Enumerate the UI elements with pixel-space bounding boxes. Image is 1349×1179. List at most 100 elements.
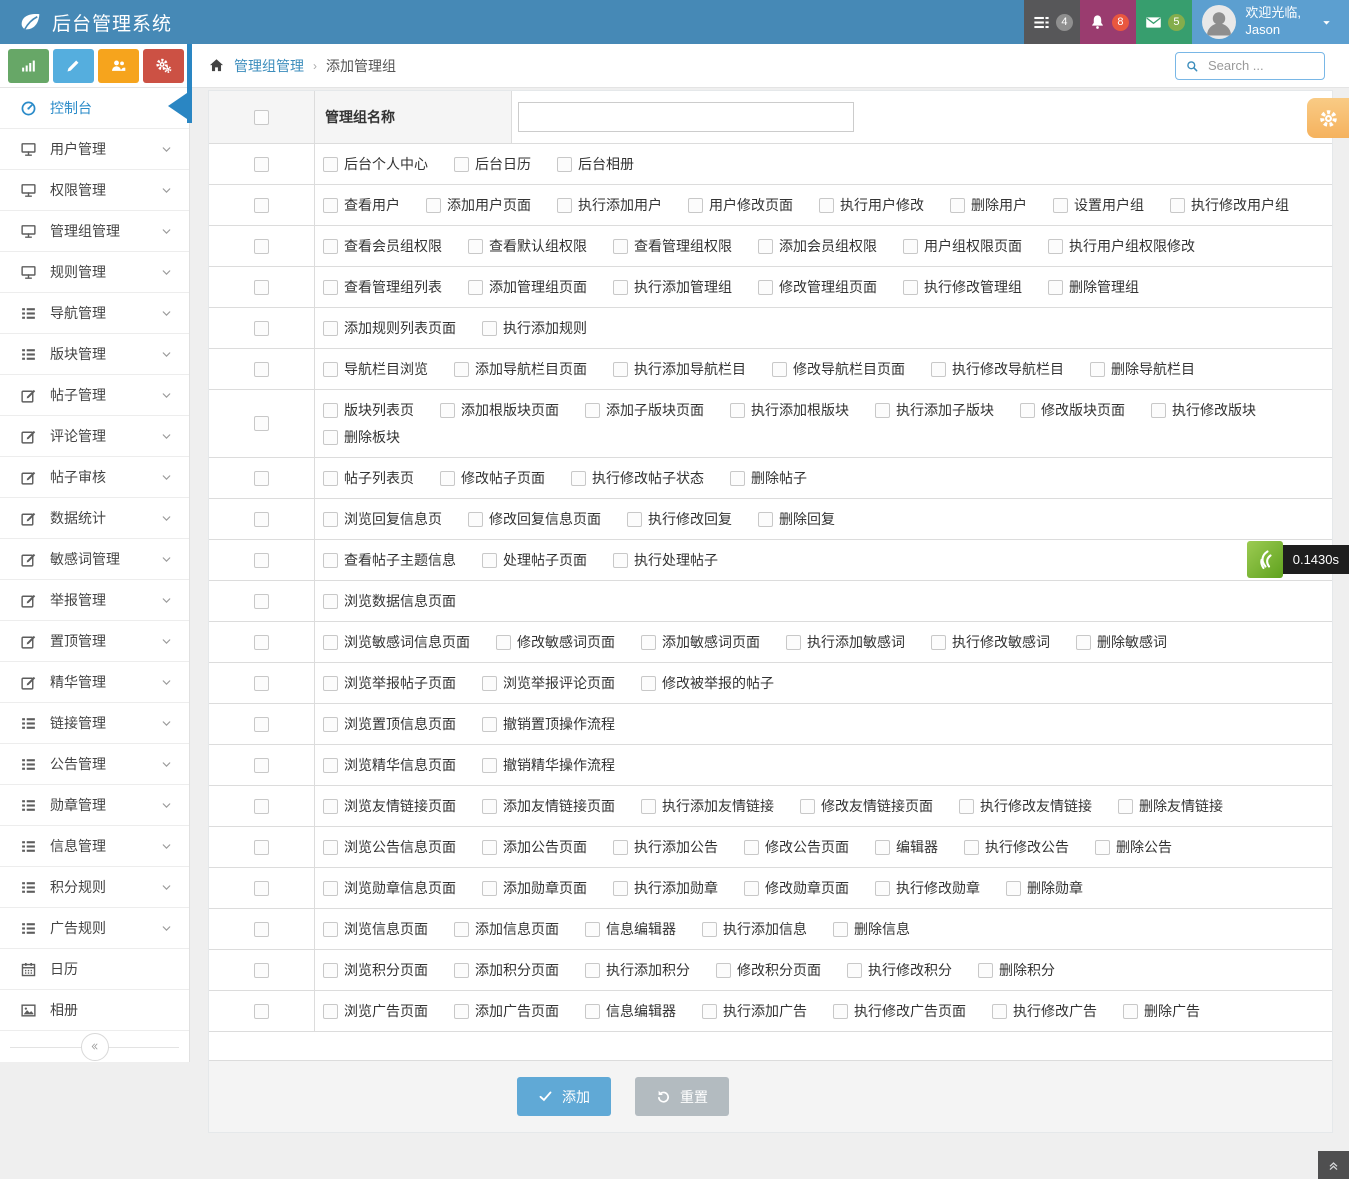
permission-item[interactable]: 后台个人中心	[323, 154, 428, 174]
permission-item[interactable]: 执行处理帖子	[613, 550, 718, 570]
permission-checkbox[interactable]	[454, 1004, 469, 1019]
permission-checkbox[interactable]	[730, 403, 745, 418]
sidebar-item[interactable]: 相册	[0, 990, 189, 1031]
row-select-checkbox[interactable]	[254, 553, 269, 568]
permission-checkbox[interactable]	[323, 512, 338, 527]
row-select-checkbox[interactable]	[254, 512, 269, 527]
permission-checkbox[interactable]	[1053, 198, 1068, 213]
permission-item[interactable]: 修改积分页面	[716, 960, 821, 980]
permission-item[interactable]: 执行修改勋章	[875, 878, 980, 898]
permission-item[interactable]: 执行修改导航栏目	[931, 359, 1064, 379]
permission-checkbox[interactable]	[323, 840, 338, 855]
sidebar-item[interactable]: 权限管理	[0, 170, 189, 211]
permission-item[interactable]: 查看管理组权限	[613, 236, 732, 256]
sidebar-item[interactable]: 公告管理	[0, 744, 189, 785]
permission-item[interactable]: 删除用户	[950, 195, 1027, 215]
permission-item[interactable]: 添加规则列表页面	[323, 318, 456, 338]
sidebar-item[interactable]: 导航管理	[0, 293, 189, 334]
permission-item[interactable]: 执行添加友情链接	[641, 796, 774, 816]
permission-checkbox[interactable]	[758, 280, 773, 295]
permission-item[interactable]: 添加子版块页面	[585, 400, 704, 420]
permission-item[interactable]: 删除板块	[323, 427, 400, 447]
permission-item[interactable]: 添加积分页面	[454, 960, 559, 980]
sidebar-item[interactable]: 链接管理	[0, 703, 189, 744]
permission-item[interactable]: 删除勋章	[1006, 878, 1083, 898]
permission-item[interactable]: 浏览信息页面	[323, 919, 428, 939]
row-select-checkbox[interactable]	[254, 594, 269, 609]
permission-checkbox[interactable]	[833, 922, 848, 937]
sidebar-item[interactable]: 版块管理	[0, 334, 189, 375]
permission-item[interactable]: 浏览数据信息页面	[323, 591, 456, 611]
row-select-checkbox[interactable]	[254, 471, 269, 486]
permission-item[interactable]: 删除公告	[1095, 837, 1172, 857]
permission-item[interactable]: 执行修改积分	[847, 960, 952, 980]
permission-item[interactable]: 修改被举报的帖子	[641, 673, 774, 693]
permission-checkbox[interactable]	[702, 1004, 717, 1019]
row-select-checkbox[interactable]	[254, 198, 269, 213]
permission-item[interactable]: 浏览置顶信息页面	[323, 714, 456, 734]
sidebar-item[interactable]: 举报管理	[0, 580, 189, 621]
sidebar-item[interactable]: 广告规则	[0, 908, 189, 949]
permission-checkbox[interactable]	[323, 362, 338, 377]
permission-checkbox[interactable]	[931, 362, 946, 377]
sidebar-item[interactable]: 勋章管理	[0, 785, 189, 826]
sidebar-item[interactable]: 置顶管理	[0, 621, 189, 662]
permission-item[interactable]: 编辑器	[875, 837, 938, 857]
permission-checkbox[interactable]	[613, 280, 628, 295]
permission-checkbox[interactable]	[641, 799, 656, 814]
sidebar-item[interactable]: 信息管理	[0, 826, 189, 867]
permission-checkbox[interactable]	[323, 635, 338, 650]
permission-item[interactable]: 添加管理组页面	[468, 277, 587, 297]
permission-item[interactable]: 修改公告页面	[744, 837, 849, 857]
permission-checkbox[interactable]	[1006, 881, 1021, 896]
permission-checkbox[interactable]	[468, 280, 483, 295]
permission-checkbox[interactable]	[800, 799, 815, 814]
permission-checkbox[interactable]	[1118, 799, 1133, 814]
permission-checkbox[interactable]	[613, 840, 628, 855]
permission-item[interactable]: 查看管理组列表	[323, 277, 442, 297]
permission-item[interactable]: 浏览精华信息页面	[323, 755, 456, 775]
settings-quick-button[interactable]	[143, 49, 184, 83]
permission-item[interactable]: 添加信息页面	[454, 919, 559, 939]
permission-item[interactable]: 用户组权限页面	[903, 236, 1022, 256]
permission-item[interactable]: 浏览举报评论页面	[482, 673, 615, 693]
scroll-to-top-button[interactable]	[1318, 1151, 1349, 1179]
permission-checkbox[interactable]	[426, 198, 441, 213]
permission-checkbox[interactable]	[440, 471, 455, 486]
row-select-checkbox[interactable]	[254, 840, 269, 855]
permission-checkbox[interactable]	[641, 676, 656, 691]
sidebar-item[interactable]: 管理组管理	[0, 211, 189, 252]
permission-checkbox[interactable]	[323, 922, 338, 937]
permission-checkbox[interactable]	[758, 239, 773, 254]
permission-item[interactable]: 撤销置顶操作流程	[482, 714, 615, 734]
row-select-checkbox[interactable]	[254, 963, 269, 978]
permission-item[interactable]: 查看会员组权限	[323, 236, 442, 256]
permission-item[interactable]: 执行修改公告	[964, 837, 1069, 857]
permission-checkbox[interactable]	[875, 840, 890, 855]
permission-checkbox[interactable]	[613, 881, 628, 896]
permission-checkbox[interactable]	[1048, 239, 1063, 254]
permission-checkbox[interactable]	[585, 1004, 600, 1019]
permission-checkbox[interactable]	[875, 881, 890, 896]
permission-item[interactable]: 删除回复	[758, 509, 835, 529]
permission-checkbox[interactable]	[833, 1004, 848, 1019]
permission-item[interactable]: 添加用户页面	[426, 195, 531, 215]
permission-checkbox[interactable]	[1123, 1004, 1138, 1019]
permission-checkbox[interactable]	[688, 198, 703, 213]
permission-item[interactable]: 添加广告页面	[454, 1001, 559, 1021]
permission-item[interactable]: 删除广告	[1123, 1001, 1200, 1021]
permission-checkbox[interactable]	[1095, 840, 1110, 855]
permission-checkbox[interactable]	[716, 963, 731, 978]
sidebar-item[interactable]: 精华管理	[0, 662, 189, 703]
row-select-checkbox[interactable]	[254, 321, 269, 336]
permission-checkbox[interactable]	[323, 881, 338, 896]
permission-item[interactable]: 执行修改版块	[1151, 400, 1256, 420]
permission-item[interactable]: 执行添加根版块	[730, 400, 849, 420]
sidebar-item[interactable]: 日历	[0, 949, 189, 990]
permission-item[interactable]: 添加根版块页面	[440, 400, 559, 420]
permission-item[interactable]: 导航栏目浏览	[323, 359, 428, 379]
permission-checkbox[interactable]	[786, 635, 801, 650]
permission-checkbox[interactable]	[847, 963, 862, 978]
permission-item[interactable]: 浏览举报帖子页面	[323, 673, 456, 693]
permission-item[interactable]: 后台日历	[454, 154, 531, 174]
